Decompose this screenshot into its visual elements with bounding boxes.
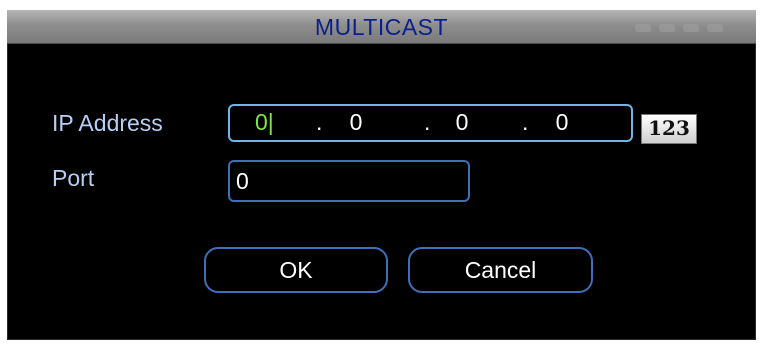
port-label: Port <box>52 165 95 191</box>
ip-address-label: IP Address <box>52 110 163 136</box>
ip-separator: . <box>316 109 323 135</box>
title-decoration <box>683 24 699 32</box>
ip-separator: . <box>522 109 529 135</box>
title-bar[interactable]: MULTICAST <box>7 10 756 44</box>
multicast-dialog: MULTICAST IP Address 0| . 0 . 0 . 0 123 … <box>7 10 756 340</box>
title-decoration <box>659 24 675 32</box>
keyboard-input-button[interactable]: 123 <box>641 114 697 144</box>
port-input[interactable]: 0 <box>228 160 470 202</box>
ip-separator: . <box>424 109 431 135</box>
text-cursor: | <box>267 109 274 135</box>
port-value: 0 <box>236 168 249 194</box>
ip-segment-2[interactable]: 0 <box>336 109 376 136</box>
cancel-button[interactable]: Cancel <box>408 247 593 293</box>
ip-address-input[interactable]: 0| . 0 . 0 . 0 <box>228 104 633 142</box>
ok-button[interactable]: OK <box>204 247 388 293</box>
title-decoration <box>707 24 723 32</box>
ip-segment-4[interactable]: 0 <box>542 109 582 136</box>
title-decoration <box>635 24 651 32</box>
ip-segment-3[interactable]: 0 <box>442 109 482 136</box>
ip-segment-1[interactable]: 0| <box>255 109 295 136</box>
